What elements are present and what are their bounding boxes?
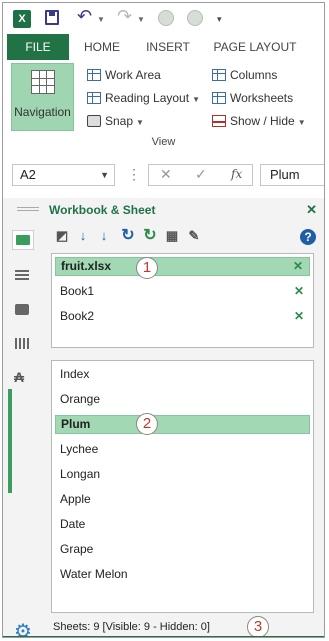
callout-badge: 3	[247, 616, 269, 637]
view-group-label: View	[151, 136, 176, 148]
columns-button[interactable]: Columns	[212, 66, 277, 84]
find-replace-icon[interactable]: ₳	[12, 368, 34, 388]
excel-logo-icon: X	[13, 10, 31, 28]
pane-resize-handle[interactable]	[8, 389, 12, 493]
callout-badge: 2	[136, 413, 158, 435]
workbook-name: Book1	[60, 284, 95, 298]
workbook-list: fruit.xlsx ✕ Book1 ✕ Book2 ✕ 1	[51, 253, 314, 348]
close-icon[interactable]: ✕	[293, 258, 303, 275]
tab-file[interactable]: FILE	[7, 34, 69, 60]
chevron-down-icon: ▼	[192, 95, 200, 104]
work-area-button[interactable]: Work Area	[87, 66, 161, 84]
reading-layout-button[interactable]: Reading Layout ▼	[87, 89, 200, 107]
show-hide-label: Show / Hide	[230, 114, 295, 128]
help-icon[interactable]: ?	[300, 229, 316, 245]
redo-icon[interactable]: ↷	[117, 6, 132, 27]
pane-sidebar: ₳ ⚙	[6, 222, 38, 637]
list-item[interactable]: Lychee	[55, 440, 310, 459]
columns-label: Columns	[230, 68, 278, 82]
status-bar	[3, 636, 324, 637]
list-item[interactable]: Plum	[55, 415, 310, 434]
sheet-list: Index Orange Plum Lychee Longan Apple Da…	[51, 360, 314, 613]
worksheets-button[interactable]: Worksheets	[212, 89, 293, 107]
formula-actions: ✕ ✓ fx	[148, 164, 253, 186]
worksheets-icon	[212, 92, 226, 104]
worksheets-label: Worksheets	[230, 91, 294, 105]
close-icon[interactable]: ✕	[294, 307, 304, 326]
pane-title: Workbook & Sheet	[49, 203, 156, 217]
workbook-name: fruit.xlsx	[61, 259, 112, 273]
camera-icon	[87, 115, 101, 127]
tab-page-layout[interactable]: PAGE LAYOUT	[207, 34, 303, 60]
name-box-value: A2	[20, 167, 36, 182]
grid-icon	[31, 70, 55, 94]
work-area-label: Work Area	[105, 68, 161, 82]
tools-icon[interactable]: ✎	[185, 227, 203, 245]
chevron-down-icon[interactable]: ▼	[100, 165, 109, 185]
list-item[interactable]: Index	[55, 365, 310, 384]
circle-icon[interactable]	[187, 10, 203, 26]
insert-function-icon[interactable]: fx	[231, 167, 242, 181]
sort-descending-icon[interactable]: ↓	[95, 227, 113, 245]
list-item[interactable]: Book2 ✕	[55, 307, 310, 326]
name-box[interactable]: A2 ▼	[12, 164, 115, 186]
edit-icon[interactable]: ◩	[53, 227, 71, 245]
cancel-icon[interactable]: ✕	[160, 166, 172, 183]
list-item[interactable]: Grape	[55, 540, 310, 559]
workbook-name: Book2	[60, 309, 95, 323]
ribbon-view-group: Navigation Work Area Reading Layout ▼ Sna…	[3, 60, 324, 154]
snap-label: Snap	[105, 114, 134, 128]
grip-icon[interactable]	[17, 207, 39, 213]
snap-button[interactable]: Snap ▼	[87, 112, 144, 130]
redo-dropdown-icon[interactable]: ▼	[137, 15, 145, 24]
undo-dropdown-icon[interactable]: ▼	[97, 15, 105, 24]
column-list-icon[interactable]	[12, 334, 34, 354]
columns-icon	[212, 69, 226, 81]
work-area-icon	[87, 69, 101, 81]
formula-bar: A2 ▼ ⋮ ✕ ✓ fx Plum	[3, 153, 324, 199]
show-hide-button[interactable]: Show / Hide ▼	[212, 112, 306, 130]
list-item[interactable]: fruit.xlsx ✕	[55, 257, 310, 276]
excel-window: X ↶ ▼ ↷ ▼ ▾ FILE HOME INSERT PAGE LAYOUT…	[2, 2, 325, 638]
tab-insert[interactable]: INSERT	[139, 34, 197, 60]
panel-toolbar: ◩ ↓ ↓ ↻ ↻ ▦ ✎ ?	[47, 227, 324, 249]
refresh-all-icon[interactable]: ↻	[141, 227, 159, 245]
formula-input[interactable]: Plum	[260, 164, 324, 186]
list-item[interactable]: Date	[55, 515, 310, 534]
tab-home[interactable]: HOME	[77, 34, 127, 60]
chevron-down-icon: ▼	[297, 118, 306, 127]
navigation-pane: Workbook & Sheet ✕ ₳ ⚙ ◩ ↓ ↓ ↻ ↻ ▦ ✎ ? f…	[3, 198, 324, 637]
customize-qat-icon[interactable]: ▾	[217, 14, 222, 25]
show-hide-icon	[212, 115, 226, 127]
close-icon[interactable]: ✕	[306, 202, 317, 218]
sheet-settings-icon[interactable]: ▦	[163, 227, 181, 245]
workbook-sheet-icon[interactable]	[12, 230, 34, 250]
chevron-down-icon: ▼	[136, 118, 144, 127]
status-text: Sheets: 9 [Visible: 9 - Hidden: 0]	[53, 621, 210, 633]
refresh-icon[interactable]: ↻	[119, 227, 137, 245]
circle-icon[interactable]	[158, 10, 174, 26]
reading-layout-label: Reading Layout	[105, 91, 190, 105]
list-item[interactable]: Orange	[55, 390, 310, 409]
navigation-button[interactable]: Navigation	[11, 63, 74, 131]
close-icon[interactable]: ✕	[294, 282, 304, 301]
reading-layout-icon	[87, 92, 101, 104]
autotext-icon[interactable]	[12, 266, 34, 286]
name-manager-icon[interactable]	[12, 300, 34, 320]
list-item[interactable]: Water Melon	[55, 565, 310, 584]
ribbon-tabs: FILE HOME INSERT PAGE LAYOUT	[3, 34, 324, 61]
quick-access-toolbar: X ↶ ▼ ↷ ▼ ▾	[3, 3, 324, 34]
check-icon[interactable]: ✓	[195, 166, 207, 183]
workbook-sheet-panel: ◩ ↓ ↓ ↻ ↻ ▦ ✎ ? fruit.xlsx ✕ Book1 ✕ Boo…	[47, 222, 324, 637]
sort-ascending-icon[interactable]: ↓	[74, 227, 92, 245]
list-item[interactable]: Longan	[55, 465, 310, 484]
undo-icon[interactable]: ↶	[77, 6, 92, 27]
save-icon[interactable]	[45, 10, 59, 25]
list-item[interactable]: Book1 ✕	[55, 282, 310, 301]
callout-badge: 1	[136, 257, 158, 279]
more-icon[interactable]: ⋮	[127, 166, 141, 183]
navigation-label: Navigation	[14, 105, 71, 119]
list-item[interactable]: Apple	[55, 490, 310, 509]
